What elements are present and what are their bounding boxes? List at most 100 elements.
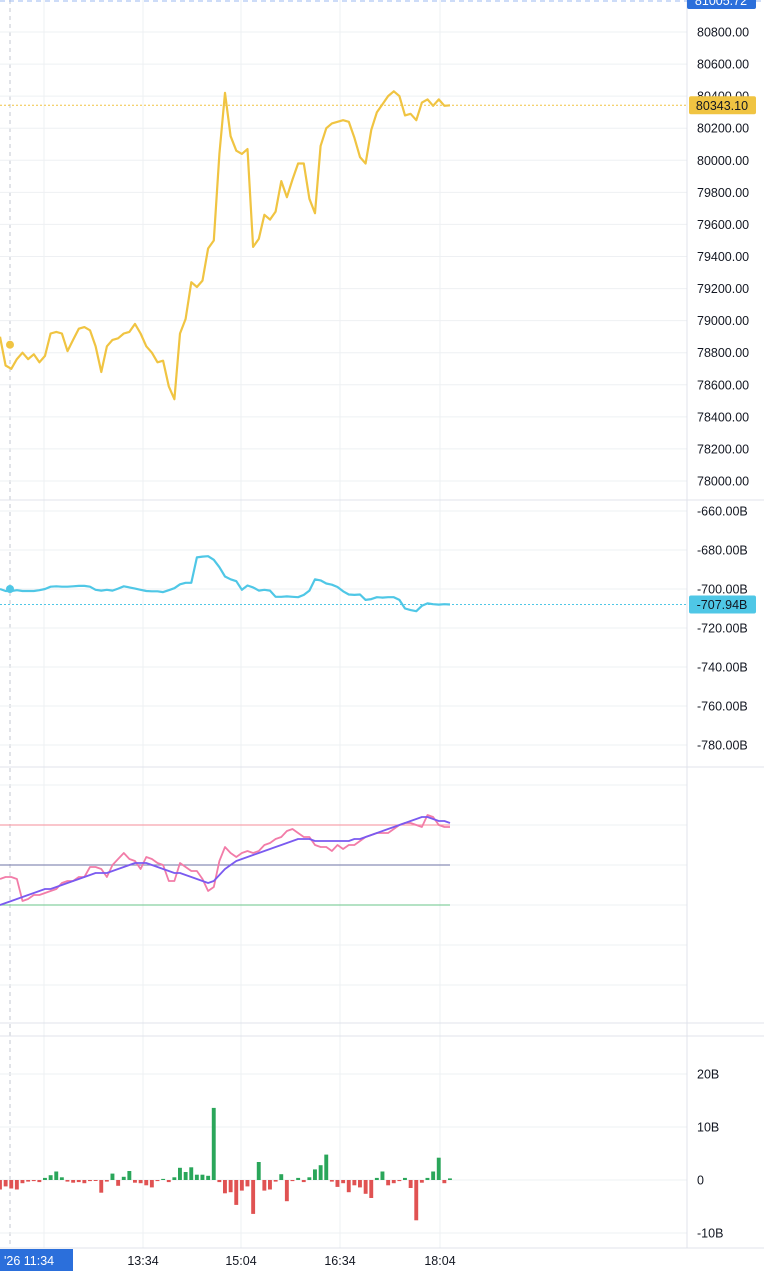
oscillator-pane[interactable] xyxy=(0,814,451,906)
hist-bar[interactable] xyxy=(296,1177,301,1180)
hist-bar[interactable] xyxy=(256,1162,261,1180)
hist-bar[interactable] xyxy=(234,1180,239,1205)
hist-bar[interactable] xyxy=(155,1180,160,1182)
hist-bar[interactable] xyxy=(374,1177,379,1180)
histogram-pane[interactable] xyxy=(0,1107,452,1221)
hist-bar[interactable] xyxy=(324,1154,329,1180)
hist-bar[interactable] xyxy=(54,1171,59,1181)
osc-slow-line[interactable] xyxy=(0,816,451,906)
hist-bar[interactable] xyxy=(301,1180,306,1183)
time-axis[interactable]: 13:34 15:04 16:34 18:04 xyxy=(0,1247,764,1268)
hist-bar[interactable] xyxy=(82,1180,87,1184)
hist-bar[interactable] xyxy=(397,1180,402,1182)
hist-axis-tick: 10B xyxy=(697,1121,719,1135)
hist-bar[interactable] xyxy=(391,1180,396,1184)
flow-line[interactable] xyxy=(0,555,451,613)
hist-bar[interactable] xyxy=(436,1157,441,1180)
hist-bar[interactable] xyxy=(341,1180,346,1184)
hist-bar[interactable] xyxy=(380,1171,385,1181)
hist-bar[interactable] xyxy=(133,1180,137,1183)
hist-bar[interactable] xyxy=(71,1180,76,1183)
hist-bar[interactable] xyxy=(138,1180,143,1184)
osc-fast-line[interactable] xyxy=(0,814,450,902)
hist-bar[interactable] xyxy=(14,1180,19,1190)
hist-bar[interactable] xyxy=(431,1171,436,1181)
hist-bar[interactable] xyxy=(358,1180,362,1188)
hist-bar[interactable] xyxy=(448,1178,452,1180)
hist-bar[interactable] xyxy=(26,1180,31,1182)
hist-bar[interactable] xyxy=(0,1180,2,1190)
hist-axis-tick: -10B xyxy=(697,1227,723,1241)
hist-bar[interactable] xyxy=(104,1180,109,1182)
price-last-tag: 80343.10 xyxy=(689,96,756,115)
hist-bar[interactable] xyxy=(352,1180,357,1186)
price-axis[interactable]: 80800.0080600.0080400.0080200.0080000.00… xyxy=(697,26,749,1241)
hist-bar[interactable] xyxy=(59,1177,64,1180)
hist-bar[interactable] xyxy=(363,1180,368,1194)
hist-bar[interactable] xyxy=(403,1177,407,1180)
hist-bar[interactable] xyxy=(211,1107,216,1180)
hist-bar[interactable] xyxy=(307,1177,312,1180)
hist-bar[interactable] xyxy=(161,1178,166,1180)
hist-bar[interactable] xyxy=(178,1167,182,1180)
hist-bar[interactable] xyxy=(228,1180,233,1193)
hist-bar[interactable] xyxy=(200,1174,205,1180)
hist-bar[interactable] xyxy=(183,1172,188,1180)
hist-bar[interactable] xyxy=(290,1180,295,1182)
hist-bar[interactable] xyxy=(335,1180,340,1187)
hist-bar[interactable] xyxy=(284,1180,289,1202)
flow-axis-tick: -660.00B xyxy=(697,505,748,519)
hist-bar[interactable] xyxy=(9,1180,14,1189)
hist-bar[interactable] xyxy=(20,1180,25,1184)
price-axis-tick: 79400.00 xyxy=(697,250,749,264)
hist-bar[interactable] xyxy=(144,1180,149,1186)
hist-bar[interactable] xyxy=(329,1180,334,1182)
hist-bar[interactable] xyxy=(149,1180,154,1188)
hist-bar[interactable] xyxy=(273,1180,278,1182)
hist-bar[interactable] xyxy=(239,1180,244,1191)
hist-bar[interactable] xyxy=(268,1180,272,1190)
hist-bar[interactable] xyxy=(425,1177,430,1180)
hist-bar[interactable] xyxy=(206,1175,211,1180)
hist-bar[interactable] xyxy=(318,1165,323,1180)
flow-axis-tick: -780.00B xyxy=(697,739,748,753)
hist-bar[interactable] xyxy=(76,1180,81,1183)
hist-bar[interactable] xyxy=(93,1180,98,1181)
hist-bar[interactable] xyxy=(166,1180,171,1183)
hist-bar[interactable] xyxy=(88,1180,92,1182)
hist-bar[interactable] xyxy=(43,1177,47,1180)
hist-bar[interactable] xyxy=(251,1180,256,1214)
flow-pane[interactable] xyxy=(0,555,687,613)
trading-chart[interactable]: 80800.0080600.0080400.0080200.0080000.00… xyxy=(0,0,764,1280)
hist-bar[interactable] xyxy=(419,1180,424,1183)
price-axis-tick: 79600.00 xyxy=(697,218,749,232)
hist-bar[interactable] xyxy=(313,1169,317,1180)
hist-bar[interactable] xyxy=(386,1180,391,1186)
hist-bar[interactable] xyxy=(442,1180,447,1184)
hist-bar[interactable] xyxy=(31,1180,36,1182)
hist-bar[interactable] xyxy=(99,1180,104,1193)
hist-bar[interactable] xyxy=(408,1180,413,1188)
hist-bar[interactable] xyxy=(369,1180,374,1198)
hist-bar[interactable] xyxy=(223,1180,227,1194)
price-axis-tick: 80000.00 xyxy=(697,154,749,168)
hist-bar[interactable] xyxy=(346,1180,351,1193)
hist-bar[interactable] xyxy=(172,1177,177,1180)
hist-bar[interactable] xyxy=(121,1176,126,1180)
top-price-badge-text: 81005.72 xyxy=(695,0,747,8)
price-axis-tick: 78600.00 xyxy=(697,378,749,392)
hist-bar[interactable] xyxy=(262,1180,267,1191)
hist-bar[interactable] xyxy=(127,1171,132,1180)
hist-bar[interactable] xyxy=(65,1180,70,1182)
hist-bar[interactable] xyxy=(116,1180,121,1186)
hist-bar[interactable] xyxy=(414,1180,419,1221)
hist-bar[interactable] xyxy=(194,1174,199,1180)
hist-bar[interactable] xyxy=(217,1180,222,1183)
hist-bar[interactable] xyxy=(37,1180,42,1183)
hist-bar[interactable] xyxy=(110,1173,115,1180)
hist-bar[interactable] xyxy=(48,1175,53,1180)
hist-bar[interactable] xyxy=(245,1180,250,1187)
hist-bar[interactable] xyxy=(189,1167,194,1180)
hist-bar[interactable] xyxy=(3,1180,8,1187)
hist-bar[interactable] xyxy=(279,1174,284,1180)
